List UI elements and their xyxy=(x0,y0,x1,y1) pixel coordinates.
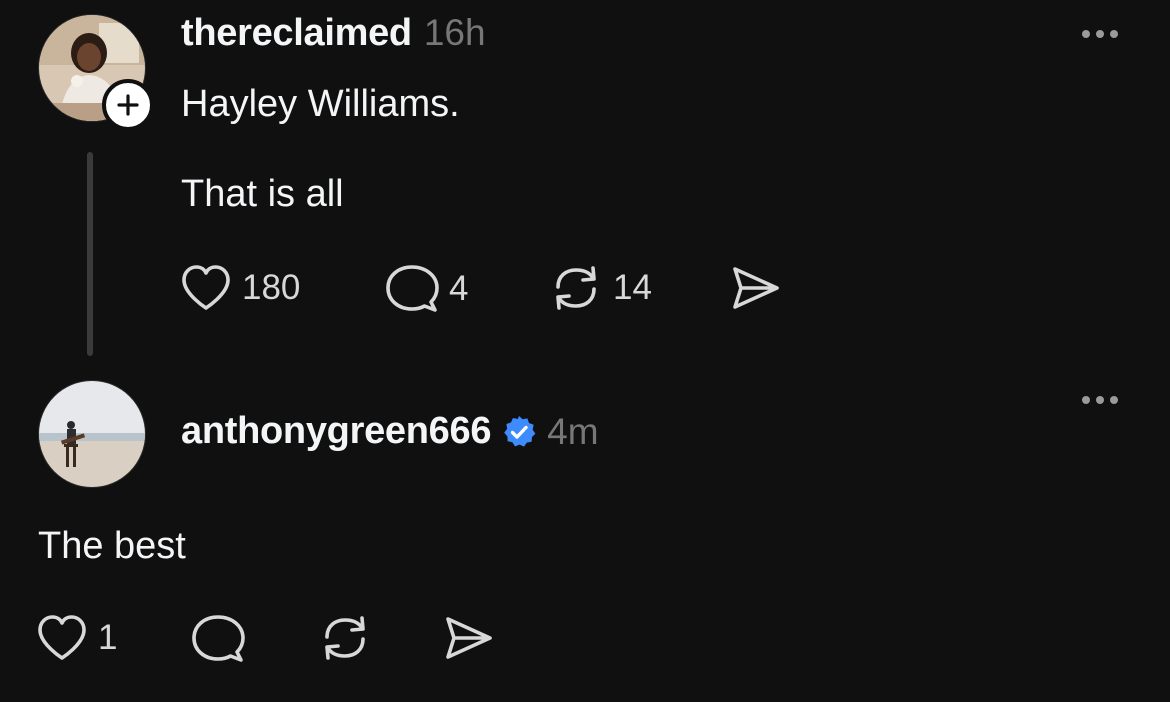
repost-icon xyxy=(318,613,372,663)
dot-icon xyxy=(1082,30,1090,38)
dot-icon xyxy=(1110,396,1118,404)
dot-icon xyxy=(1110,30,1118,38)
reply-button[interactable]: 4 xyxy=(385,264,468,314)
comment-bubble-icon xyxy=(385,264,439,314)
heart-icon xyxy=(180,264,232,312)
repost-count: 14 xyxy=(613,268,652,307)
dot-icon xyxy=(1096,30,1104,38)
reply-more-options-button[interactable] xyxy=(1082,396,1118,404)
reply-like-count: 1 xyxy=(98,618,118,657)
repost-button[interactable]: 14 xyxy=(549,263,652,313)
reply-header: anthonygreen666 4m xyxy=(181,410,599,453)
reply-reply-button[interactable] xyxy=(191,614,245,664)
reply-like-button[interactable]: 1 xyxy=(36,614,117,662)
reply-share-button[interactable] xyxy=(444,614,494,662)
dot-icon xyxy=(1082,396,1090,404)
reply-timestamp: 4m xyxy=(547,410,599,452)
dot-icon xyxy=(1096,396,1104,404)
post-text-line-1: Hayley Williams. xyxy=(181,83,460,125)
post-header: thereclaimed 16h xyxy=(181,12,486,55)
reply-repost-button[interactable] xyxy=(318,613,372,663)
send-icon xyxy=(731,264,781,312)
like-count: 180 xyxy=(242,268,301,307)
heart-icon xyxy=(36,614,88,662)
verified-badge-icon xyxy=(501,414,537,450)
reply-count: 4 xyxy=(449,269,469,308)
avatar-anthonygreen666[interactable] xyxy=(38,380,146,488)
reply-text: The best xyxy=(38,525,186,567)
more-options-button[interactable] xyxy=(1082,30,1118,38)
send-icon xyxy=(444,614,494,662)
post-text-line-2: That is all xyxy=(181,173,344,215)
timestamp: 16h xyxy=(423,12,486,53)
thread-line xyxy=(87,152,93,356)
follow-button[interactable] xyxy=(102,79,154,131)
reply-username[interactable]: anthonygreen666 xyxy=(181,410,491,453)
comment-bubble-icon xyxy=(191,614,245,664)
repost-icon xyxy=(549,263,603,313)
like-button[interactable]: 180 xyxy=(180,264,300,312)
plus-icon xyxy=(117,94,139,116)
username[interactable]: thereclaimed xyxy=(181,12,412,55)
share-button[interactable] xyxy=(731,264,781,312)
